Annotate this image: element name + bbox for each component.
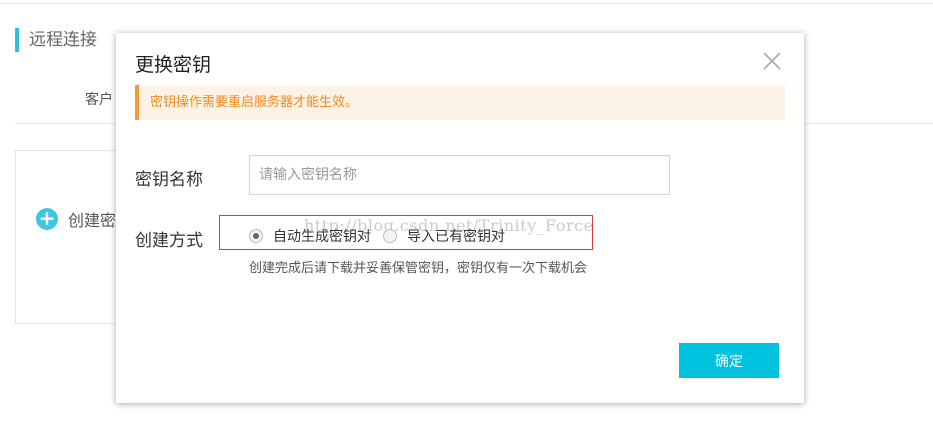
radio-import-existing-label: 导入已有密钥对: [407, 229, 505, 245]
radio-import-existing[interactable]: 导入已有密钥对: [383, 226, 505, 246]
download-hint: 创建完成后请下载并妥善保管密钥，密钥仅有一次下载机会: [249, 261, 588, 276]
key-name-label: 密钥名称: [135, 170, 203, 190]
tab-client[interactable]: 客户: [85, 89, 113, 109]
radio-import-existing-indicator[interactable]: [383, 229, 397, 243]
dialog-title: 更换密钥: [135, 54, 212, 76]
confirm-button[interactable]: 确定: [679, 343, 779, 378]
create-key-label: 创建密: [68, 211, 117, 230]
create-key-button[interactable]: + 创建密: [36, 207, 116, 231]
radio-auto-generate-indicator[interactable]: [249, 229, 263, 243]
create-method-radio-group: 自动生成密钥对 导入已有密钥对: [249, 226, 517, 246]
section-title: 远程连接: [15, 28, 97, 52]
radio-auto-generate-label: 自动生成密钥对: [273, 229, 371, 245]
restart-warning: 密钥操作需要重启服务器才能生效。: [135, 85, 785, 120]
radio-auto-generate[interactable]: 自动生成密钥对: [249, 226, 371, 246]
top-divider: [0, 3, 933, 4]
change-key-dialog: 更换密钥 密钥操作需要重启服务器才能生效。 密钥名称 创建方式 http://b…: [116, 33, 804, 403]
create-method-label: 创建方式: [135, 231, 203, 251]
key-name-input[interactable]: [249, 155, 670, 195]
page: 远程连接 客户 + 创建密 更换密钥 密钥操作需要重启服务器才能生效。 密钥名称…: [0, 0, 933, 433]
close-icon[interactable]: [762, 51, 782, 71]
plus-icon: +: [36, 208, 58, 230]
